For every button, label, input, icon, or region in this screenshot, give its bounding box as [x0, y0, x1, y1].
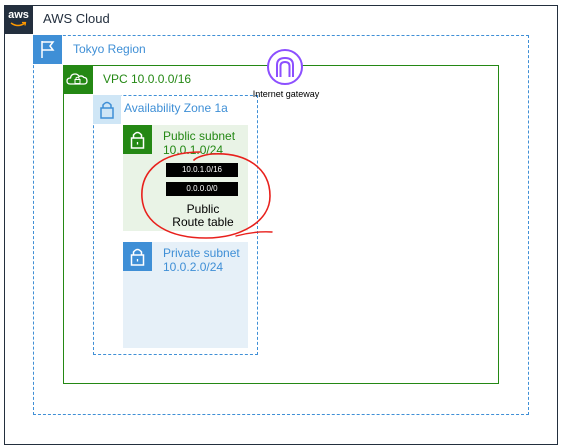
route-entry: 0.0.0.0/0 — [166, 182, 238, 196]
cloud-lock-icon — [63, 65, 93, 94]
availability-zone-title: Availability Zone 1a — [124, 101, 228, 115]
lock-icon — [123, 125, 152, 154]
private-subnet-title: Private subnet 10.0.2.0/24 — [163, 246, 240, 274]
public-subnet-name: Public subnet — [163, 129, 236, 143]
vpc-title: VPC 10.0.0.0/16 — [103, 72, 192, 86]
aws-smile-icon — [10, 21, 27, 27]
region-title: Tokyo Region — [73, 42, 146, 56]
lock-icon — [93, 95, 121, 124]
internet-gateway-label: Internet gateway — [252, 89, 320, 99]
route-table-label: Public Route table — [158, 203, 248, 229]
aws-logo-text: aws — [8, 9, 29, 21]
flag-icon — [33, 35, 62, 64]
internet-gateway-icon — [267, 49, 303, 85]
route-entry: 10.0.1.0/16 — [166, 163, 238, 177]
route-table-label-line2: Route table — [172, 215, 234, 229]
private-subnet-name: Private subnet — [163, 246, 240, 260]
public-subnet-title: Public subnet 10.0.1.0/24 — [163, 129, 235, 157]
aws-cloud-title: AWS Cloud — [43, 11, 110, 26]
lock-icon — [123, 242, 152, 271]
aws-logo-icon: aws — [4, 5, 33, 34]
private-subnet-cidr: 10.0.2.0/24 — [163, 260, 224, 274]
public-subnet-cidr: 10.0.1.0/24 — [163, 143, 224, 157]
